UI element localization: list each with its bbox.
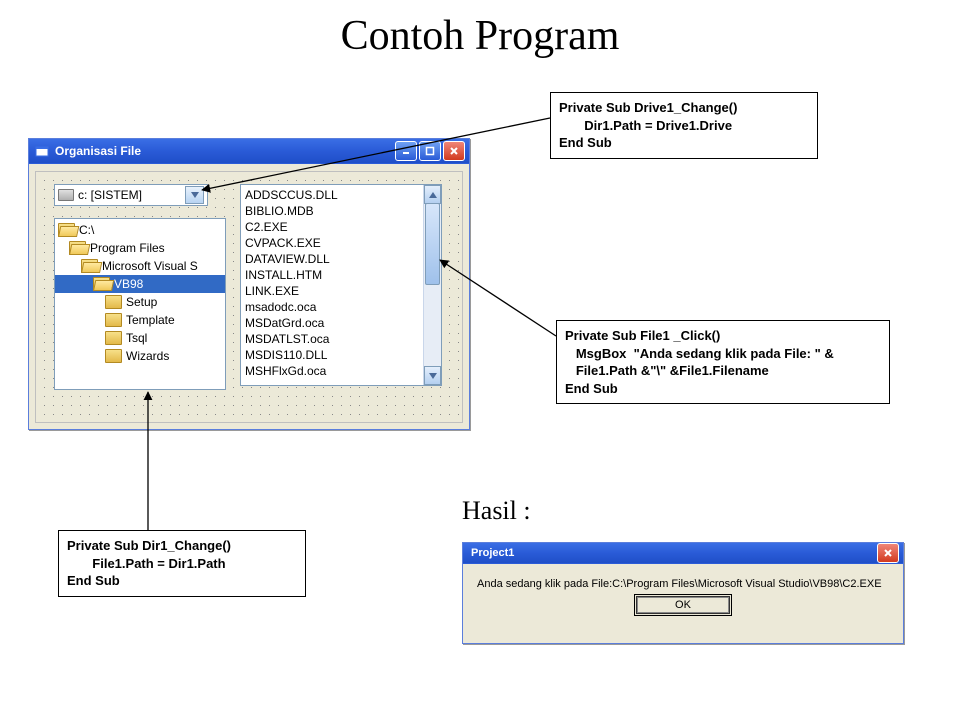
result-label: Hasil : <box>462 496 531 526</box>
file-item[interactable]: MSHFlxGd.oca <box>245 363 419 379</box>
directory-label: Tsql <box>126 331 147 345</box>
file-item[interactable]: MSDatGrd.oca <box>245 315 419 331</box>
msgbox-titlebar[interactable]: Project1 <box>463 543 903 564</box>
file-item[interactable]: INSTALL.HTM <box>245 267 419 283</box>
directory-label: Wizards <box>126 349 169 363</box>
ok-button[interactable]: OK <box>636 596 730 614</box>
directory-label: Setup <box>126 295 157 309</box>
directory-item[interactable]: VB98 <box>55 275 225 293</box>
file-item[interactable]: C2.EXE <box>245 219 419 235</box>
vb-window-title: Organisasi File <box>55 144 141 158</box>
folder-icon <box>81 259 98 273</box>
folder-icon <box>58 223 75 237</box>
codebox-file-click: Private Sub File1 _Click() MsgBox "Anda … <box>556 320 890 404</box>
app-icon <box>35 144 49 158</box>
file-item[interactable]: MSDIS110.DLL <box>245 347 419 363</box>
file-item[interactable]: CVPACK.EXE <box>245 235 419 251</box>
folder-icon <box>93 277 110 291</box>
scroll-up-icon[interactable] <box>424 185 441 204</box>
folder-icon <box>105 331 122 345</box>
dropdown-arrow-icon[interactable] <box>185 186 204 204</box>
directory-item[interactable]: Template <box>55 311 225 329</box>
folder-icon <box>69 241 86 255</box>
file-item[interactable]: ADDSCCUS.DLL <box>245 187 419 203</box>
codebox-dir-change: Private Sub Dir1_Change() File1.Path = D… <box>58 530 306 597</box>
scroll-thumb[interactable] <box>425 203 440 285</box>
directory-item[interactable]: Program Files <box>55 239 225 257</box>
file-item[interactable]: BIBLIO.MDB <box>245 203 419 219</box>
codebox-drive-change: Private Sub Drive1_Change() Dir1.Path = … <box>550 92 818 159</box>
file-item[interactable]: MSDATLST.oca <box>245 331 419 347</box>
msgbox-window: Project1 Anda sedang klik pada File:C:\P… <box>462 542 904 644</box>
directory-item[interactable]: Setup <box>55 293 225 311</box>
directory-item[interactable]: Wizards <box>55 347 225 365</box>
minimize-button[interactable] <box>395 141 417 161</box>
file-item[interactable]: LINK.EXE <box>245 283 419 299</box>
msgbox-text: Anda sedang klik pada File:C:\Program Fi… <box>477 578 889 590</box>
folder-icon <box>105 295 122 309</box>
directory-item[interactable]: Microsoft Visual S <box>55 257 225 275</box>
folder-icon <box>105 313 122 327</box>
file-listbox[interactable]: ADDSCCUS.DLLBIBLIO.MDBC2.EXECVPACK.EXEDA… <box>240 184 442 386</box>
directory-item[interactable]: Tsql <box>55 329 225 347</box>
close-button[interactable] <box>443 141 465 161</box>
drive-label: c: [SISTEM] <box>78 188 142 202</box>
directory-label: Template <box>126 313 175 327</box>
form-design-surface: c: [SISTEM] C:\ Program Files Microsoft Vi… <box>35 171 463 423</box>
directory-label: C:\ <box>79 223 94 237</box>
scrollbar[interactable] <box>423 185 441 385</box>
scroll-down-icon[interactable] <box>424 366 441 385</box>
msgbox-title: Project1 <box>471 547 514 559</box>
directory-label: Program Files <box>90 241 165 255</box>
vb-form-window: Organisasi File c: [SISTEM] C:\ Program F… <box>28 138 470 430</box>
directory-item[interactable]: C:\ <box>55 221 225 239</box>
maximize-button[interactable] <box>419 141 441 161</box>
msgbox-close-button[interactable] <box>877 543 899 563</box>
slide-title: Contoh Program <box>0 12 960 60</box>
drive-listbox[interactable]: c: [SISTEM] <box>54 184 208 206</box>
vb-titlebar[interactable]: Organisasi File <box>29 139 469 164</box>
directory-label: Microsoft Visual S <box>102 259 198 273</box>
file-item[interactable]: msadodc.oca <box>245 299 419 315</box>
folder-icon <box>105 349 122 363</box>
directory-listbox[interactable]: C:\ Program Files Microsoft Visual S VB98 Se… <box>54 218 226 390</box>
drive-icon <box>58 189 74 201</box>
directory-label: VB98 <box>114 277 143 291</box>
file-item[interactable]: DATAVIEW.DLL <box>245 251 419 267</box>
